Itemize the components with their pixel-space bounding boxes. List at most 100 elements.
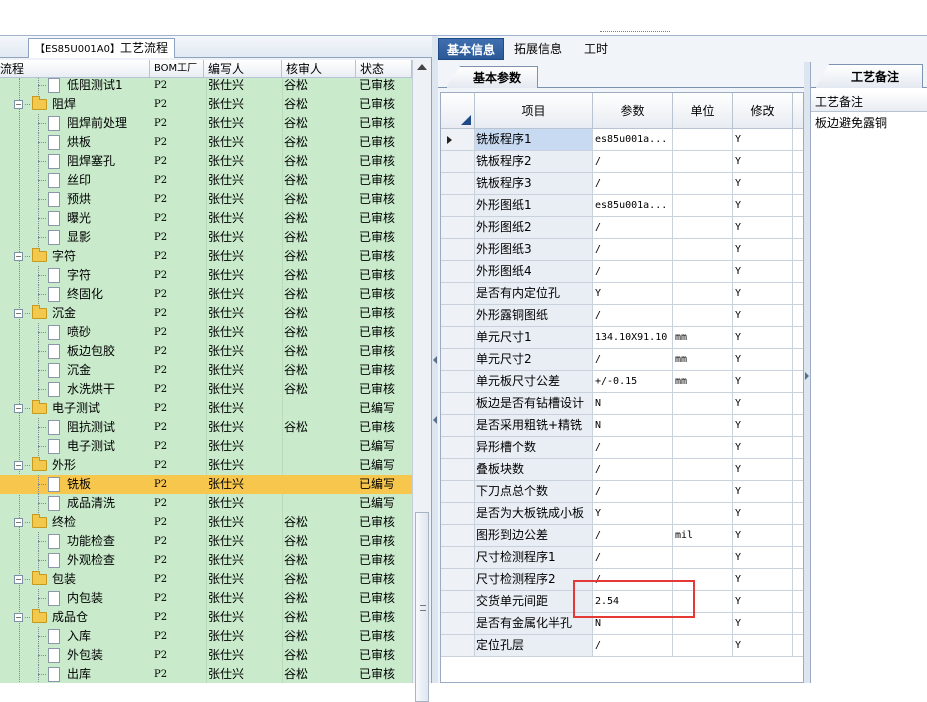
grid-row[interactable]: 定位孔层 / Y <box>441 635 803 657</box>
grid-cell-unit[interactable] <box>673 547 733 569</box>
grid-cell-unit[interactable] <box>673 415 733 437</box>
grid-header-param[interactable]: 参数 <box>593 93 673 129</box>
grid-row[interactable]: 外形图纸1 es85u001a... Y <box>441 195 803 217</box>
tree-row[interactable]: 板边包胶 P2 张仕兴 谷松 已审核 <box>0 342 412 361</box>
grid-cell-item[interactable]: 外形图纸1 <box>475 195 593 217</box>
grid-cell-mod[interactable]: Y <box>733 305 793 327</box>
row-indicator[interactable] <box>441 547 475 569</box>
grid-cell-unit[interactable] <box>673 129 733 151</box>
tree-row[interactable]: − 终检 P2 张仕兴 谷松 已审核 <box>0 513 412 532</box>
tab-extended-info[interactable]: 拓展信息 <box>506 38 570 60</box>
grid-cell-mod[interactable]: Y <box>733 151 793 173</box>
grid-cell-unit[interactable] <box>673 173 733 195</box>
tree-row[interactable]: − 电子测试 P2 张仕兴 已编写 <box>0 399 412 418</box>
tree-row[interactable]: 喷砂 P2 张仕兴 谷松 已审核 <box>0 323 412 342</box>
grid-row[interactable]: 是否为大板铣成小板 Y Y <box>441 503 803 525</box>
grid-cell-unit[interactable] <box>673 613 733 635</box>
grid-cell-mod[interactable]: Y <box>733 525 793 547</box>
tree-row[interactable]: 沉金 P2 张仕兴 谷松 已审核 <box>0 361 412 380</box>
grid-cell-mod[interactable]: Y <box>733 481 793 503</box>
grid-cell-mod[interactable]: Y <box>733 613 793 635</box>
tree-row[interactable]: 阻焊塞孔 P2 张仕兴 谷松 已审核 <box>0 152 412 171</box>
row-indicator[interactable] <box>441 393 475 415</box>
grid-cell-item[interactable]: 定位孔层 <box>475 635 593 657</box>
grid-cell-mod[interactable]: Y <box>733 415 793 437</box>
grid-cell-item[interactable]: 尺寸检测程序2 <box>475 569 593 591</box>
tree-row[interactable]: 预烘 P2 张仕兴 谷松 已审核 <box>0 190 412 209</box>
grid-row[interactable]: 图形到边公差 / mil Y <box>441 525 803 547</box>
grid-cell-mod[interactable]: Y <box>733 503 793 525</box>
collapse-toggle-icon[interactable]: − <box>14 461 23 470</box>
grid-cell-item[interactable]: 外形图纸3 <box>475 239 593 261</box>
row-indicator[interactable] <box>441 129 475 151</box>
col-header-status[interactable]: 状态 <box>356 60 412 78</box>
grid-cell-mod[interactable]: Y <box>733 393 793 415</box>
tree-row[interactable]: − 成品仓 P2 张仕兴 谷松 已审核 <box>0 608 412 627</box>
grid-cell-param[interactable]: N <box>593 613 673 635</box>
grid-cell-mod[interactable]: Y <box>733 547 793 569</box>
grid-cell-mod[interactable]: Y <box>733 349 793 371</box>
grid-cell-item[interactable]: 异形槽个数 <box>475 437 593 459</box>
grid-row[interactable]: 是否采用粗铣+精铣 N Y <box>441 415 803 437</box>
collapse-toggle-icon[interactable]: − <box>14 100 23 109</box>
collapse-left-arrow-icon[interactable] <box>433 356 437 364</box>
tree-row[interactable]: 内包装 P2 张仕兴 谷松 已审核 <box>0 589 412 608</box>
grid-cell-mod[interactable]: Y <box>733 261 793 283</box>
grid-row[interactable]: 单元尺寸1 134.10X91.10 mm Y <box>441 327 803 349</box>
grid-cell-param[interactable]: Y <box>593 283 673 305</box>
row-indicator[interactable] <box>441 239 475 261</box>
tree-row[interactable]: 显影 P2 张仕兴 谷松 已审核 <box>0 228 412 247</box>
row-indicator[interactable] <box>441 217 475 239</box>
grid-cell-param[interactable]: / <box>593 217 673 239</box>
tree-row[interactable]: 外包装 P2 张仕兴 谷松 已审核 <box>0 646 412 665</box>
grid-cell-param[interactable]: / <box>593 261 673 283</box>
collapse-toggle-icon[interactable]: − <box>14 252 23 261</box>
collapse-toggle-icon[interactable]: − <box>14 575 23 584</box>
grid-cell-param[interactable]: / <box>593 525 673 547</box>
grid-cell-item[interactable]: 单元尺寸2 <box>475 349 593 371</box>
grid-cell-param[interactable]: / <box>593 437 673 459</box>
row-indicator[interactable] <box>441 437 475 459</box>
grid-row[interactable]: 单元板尺寸公差 +/-0.15 mm Y <box>441 371 803 393</box>
collapse-toggle-icon[interactable]: − <box>14 404 23 413</box>
grid-cell-param[interactable]: Y <box>593 503 673 525</box>
grid-cell-mod[interactable]: Y <box>733 569 793 591</box>
grid-cell-unit[interactable] <box>673 151 733 173</box>
scroll-up-arrow-icon[interactable] <box>417 64 427 70</box>
grid-cell-unit[interactable] <box>673 305 733 327</box>
grid-cell-unit[interactable] <box>673 459 733 481</box>
grid-cell-unit[interactable] <box>673 503 733 525</box>
collapse-toggle-icon[interactable]: − <box>14 309 23 318</box>
grid-cell-item[interactable]: 是否为大板铣成小板 <box>475 503 593 525</box>
grid-cell-item[interactable]: 板边是否有钻槽设计 <box>475 393 593 415</box>
grid-cell-unit[interactable] <box>673 591 733 613</box>
grid-cell-unit[interactable] <box>673 239 733 261</box>
grid-cell-param[interactable]: 134.10X91.10 <box>593 327 673 349</box>
grid-row[interactable]: 是否有内定位孔 Y Y <box>441 283 803 305</box>
grid-cell-item[interactable]: 交货单元间距 <box>475 591 593 613</box>
grid-row[interactable]: 是否有金属化半孔 N Y <box>441 613 803 635</box>
grid-cell-item[interactable]: 叠板块数 <box>475 459 593 481</box>
grid-cell-unit[interactable] <box>673 217 733 239</box>
tree-row[interactable]: 外观检查 P2 张仕兴 谷松 已审核 <box>0 551 412 570</box>
grid-cell-unit[interactable] <box>673 481 733 503</box>
col-header-flow[interactable]: 流程 <box>0 60 150 78</box>
grid-cell-param[interactable]: / <box>593 151 673 173</box>
grid-cell-param[interactable]: / <box>593 635 673 657</box>
grid-cell-unit[interactable] <box>673 393 733 415</box>
grid-cell-param[interactable]: es85u001a... <box>593 129 673 151</box>
tab-process-flow[interactable]: 【ES85U001A0】工艺流程 <box>28 38 176 58</box>
grid-corner[interactable] <box>441 93 475 129</box>
grid-cell-unit[interactable] <box>673 437 733 459</box>
grid-cell-item[interactable]: 铣板程序1 <box>475 129 593 151</box>
col-header-bom[interactable]: BOM工厂 <box>150 60 204 78</box>
grid-cell-unit[interactable] <box>673 283 733 305</box>
grid-cell-param[interactable]: / <box>593 481 673 503</box>
grid-cell-item[interactable]: 外形露铜图纸 <box>475 305 593 327</box>
grid-cell-mod[interactable]: Y <box>733 173 793 195</box>
grid-cell-param[interactable]: es85u001a... <box>593 195 673 217</box>
tab-basic-info[interactable]: 基本信息 <box>438 38 505 60</box>
grid-cell-item[interactable]: 外形图纸2 <box>475 217 593 239</box>
collapse-toggle-icon[interactable]: − <box>14 613 23 622</box>
grid-cell-item[interactable]: 是否采用粗铣+精铣 <box>475 415 593 437</box>
